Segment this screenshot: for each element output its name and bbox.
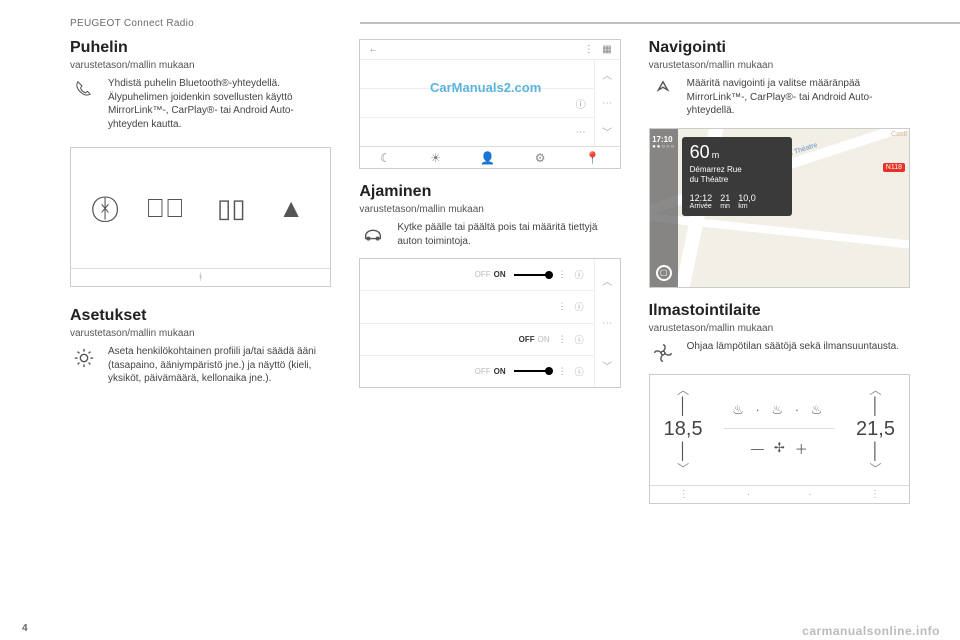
top-more-icon[interactable]: ⋮: [584, 44, 594, 55]
phone-mirror-icon[interactable]: ▯▯: [217, 193, 246, 224]
grid-icon[interactable]: ▦: [602, 44, 611, 55]
scroll-up-icon[interactable]: ︿: [595, 60, 620, 89]
climate-foot-icon[interactable]: ·: [747, 489, 750, 500]
profile-icon[interactable]: 👤: [480, 151, 495, 165]
climate-desc: Ohjaa lämpötilan säätöjä sekä ilmansuunt…: [687, 340, 899, 364]
nav-title: Navigointi: [649, 39, 910, 57]
nav-subtitle: varustetason/mallin mukaan: [649, 60, 910, 71]
scroll-mid-icon: ⋯: [595, 302, 620, 345]
climate-subtitle: varustetason/mallin mukaan: [649, 323, 910, 334]
night-mode-icon[interactable]: ☾: [380, 151, 391, 165]
slider[interactable]: [514, 370, 550, 372]
driving-title: Ajaminen: [359, 183, 620, 201]
list-item[interactable]: [360, 60, 593, 89]
phone-title: Puhelin: [70, 39, 331, 57]
phone-icon: [70, 77, 98, 131]
temp-right-up[interactable]: ︿: [870, 384, 882, 396]
android-auto-icon[interactable]: ▲: [278, 193, 304, 224]
nav-clock: 17:10: [652, 135, 675, 144]
phone-panel: ᚼ⃝ ▶⃝ ▯▯ ▲ ᚼ: [70, 147, 331, 287]
gear-icon: [70, 345, 98, 386]
toggle-row[interactable]: OFFON ⋮ ⓘ: [360, 356, 593, 387]
temp-left-up[interactable]: ︿: [677, 384, 689, 396]
scroll-down-icon[interactable]: ﹀: [595, 344, 620, 387]
nav-dest-line1: Démarrez Rue: [690, 165, 742, 174]
phone-panel-foot: ᚼ: [71, 268, 330, 286]
climate-foot-icon[interactable]: ·: [808, 489, 811, 500]
climate-title: Ilmastointilaite: [649, 302, 910, 320]
seat-heat-icons[interactable]: ♨ · ♨ · ♨: [732, 402, 826, 418]
car-icon: [359, 221, 387, 248]
toggle-row[interactable]: ⋮ ⓘ: [360, 291, 593, 323]
list-item[interactable]: ⓘ: [360, 89, 593, 118]
play-ring-icon[interactable]: ▶⃝: [145, 193, 184, 224]
fan-speed-icon: ✢: [774, 440, 785, 456]
menu-icon[interactable]: ⋮: [558, 334, 567, 345]
fan-icon: [649, 340, 677, 364]
header-rule: [360, 22, 960, 24]
nav-dest-line2: du Théatre: [690, 175, 729, 184]
temp-right-value: 21,5: [856, 418, 895, 441]
settings-desc: Aseta henkilökohtainen profiili ja/tai s…: [108, 345, 331, 386]
phone-subtitle: varustetason/mallin mukaan: [70, 60, 331, 71]
info-icon[interactable]: ⓘ: [576, 96, 586, 111]
toggle-row[interactable]: OFFON ⋮ ⓘ: [360, 259, 593, 291]
scroll-up-icon[interactable]: ︿: [595, 259, 620, 302]
scroll-down-icon[interactable]: ﹀: [595, 117, 620, 146]
nav-page-dots: ●●○○○: [652, 144, 675, 150]
driving-desc: Kytke päälle tai päältä pois tai määritä…: [397, 221, 620, 248]
fan-plus-button[interactable]: ＋: [795, 439, 808, 458]
nav-instruction-card: 60m Démarrez Rue du Théatre 12:12Arrivée…: [682, 137, 792, 216]
driving-subtitle: varustetason/mallin mukaan: [359, 204, 620, 215]
settings-subtitle: varustetason/mallin mukaan: [70, 328, 331, 339]
watermark-carmanualsonline: carmanualsonline.info: [802, 624, 940, 638]
menu-icon[interactable]: ⋮: [558, 366, 567, 377]
info-icon[interactable]: ⓘ: [575, 365, 584, 378]
driving-panel: OFFON ⋮ ⓘ ⋮ ⓘ OFFON ⋮ ⓘ O: [359, 258, 620, 388]
back-icon[interactable]: ←: [368, 44, 378, 55]
settings-title: Asetukset: [70, 307, 331, 325]
climate-foot-icon[interactable]: ⋮: [679, 489, 689, 500]
slider[interactable]: [514, 274, 550, 276]
map-poi-label: Castl: [891, 131, 907, 138]
row-more-icon[interactable]: ⋯: [576, 127, 586, 138]
nav-sidebar: 17:10 ●●○○○ ▢: [650, 129, 678, 287]
menu-icon[interactable]: ⋮: [558, 269, 567, 280]
info-icon[interactable]: ⓘ: [575, 268, 584, 281]
nav-desc: Määritä navigointi ja valitse määränpää …: [687, 77, 910, 118]
climate-foot-icon[interactable]: ⋮: [870, 489, 880, 500]
temp-left-down[interactable]: ﹀: [677, 463, 689, 475]
climate-panel: ︿ │ 18,5 │ ﹀ ♨ · ♨ · ♨ — ✢ ＋: [649, 374, 910, 504]
fan-minus-button[interactable]: —: [751, 441, 764, 456]
toggle-row[interactable]: OFFON ⋮ ⓘ: [360, 324, 593, 356]
road-badge: N118: [883, 163, 905, 172]
bluetooth-ring-icon[interactable]: ᚼ⃝: [97, 193, 113, 224]
stop-nav-button[interactable]: ▢: [656, 265, 672, 281]
info-icon[interactable]: ⓘ: [575, 300, 584, 313]
temp-left-value: 18,5: [664, 418, 703, 441]
nav-distance: 60: [690, 142, 710, 162]
compass-icon: [649, 77, 677, 118]
brightness-icon[interactable]: ☀: [430, 151, 441, 165]
menu-icon[interactable]: ⋮: [558, 301, 567, 312]
info-icon[interactable]: ⓘ: [575, 333, 584, 346]
scroll-mid-icon: ⋯: [595, 89, 620, 118]
list-item[interactable]: ⋯: [360, 118, 593, 146]
nav-map-panel[interactable]: Castl Rue du Théatre N118 17:10 ●●○○○ ▢ …: [649, 128, 910, 288]
page-number: 4: [22, 623, 28, 634]
shortcut-panel: ← ⋮ ▦ ⓘ ⋯: [359, 39, 620, 169]
settings-foot-icon[interactable]: ⚙: [535, 151, 546, 165]
temp-right-down[interactable]: ﹀: [870, 463, 882, 475]
location-icon[interactable]: 📍: [585, 151, 600, 165]
phone-desc: Yhdistä puhelin Bluetooth®-yhteydellä. Ä…: [108, 77, 331, 131]
